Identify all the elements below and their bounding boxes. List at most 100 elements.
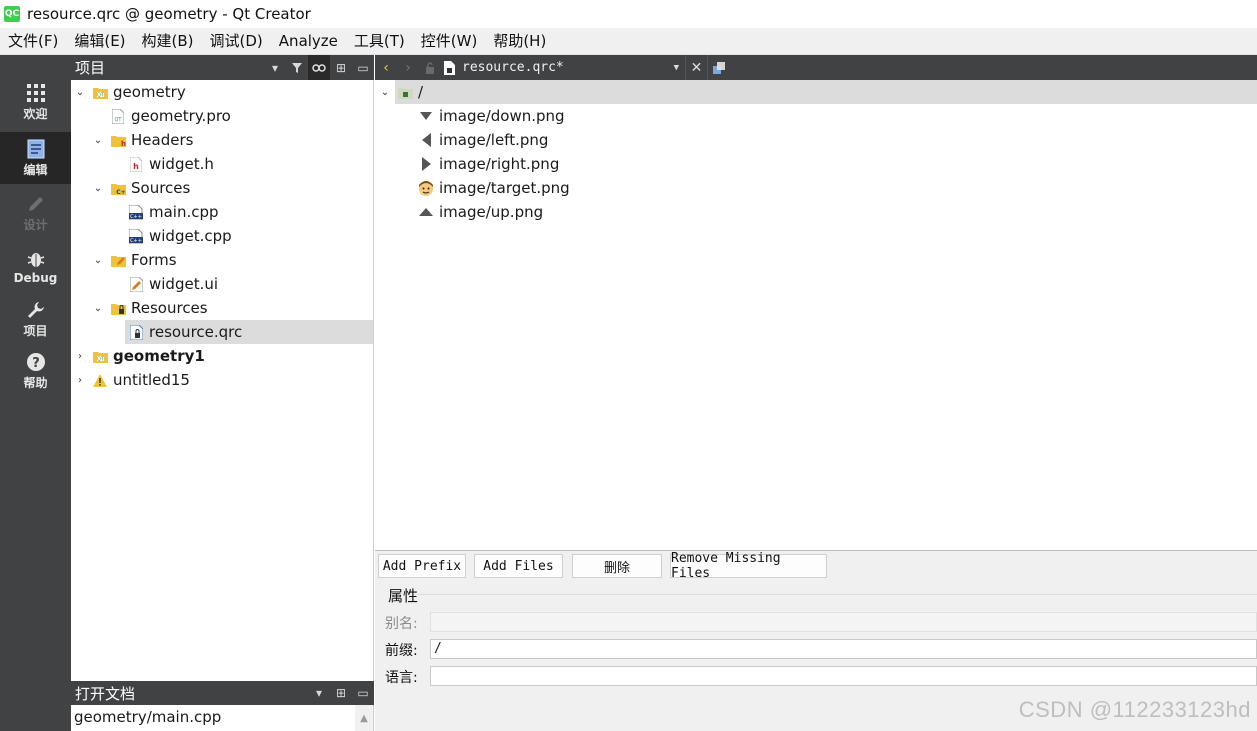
- tree-item[interactable]: h widget.h: [71, 152, 373, 176]
- resource-file-label: image/target.png: [439, 179, 570, 197]
- chevron-down-icon[interactable]: ⌄: [92, 296, 104, 320]
- headers-folder-icon: h: [110, 132, 126, 148]
- resource-file-row[interactable]: image/target.png: [375, 176, 1257, 200]
- chevron-right-icon[interactable]: ›: [74, 368, 86, 392]
- face-icon: [418, 180, 434, 196]
- tree-item[interactable]: ⌄ Resources: [71, 296, 373, 320]
- tree-item[interactable]: › untitled15: [71, 368, 373, 392]
- pane-title: 打开文档: [75, 684, 136, 703]
- watermark: CSDN @112233123hd: [1018, 697, 1251, 722]
- language-field[interactable]: [430, 666, 1257, 686]
- projects-pane-toolbar: 项目 ▾ ⊞ ▭: [71, 55, 374, 80]
- mode-label: 项目: [23, 324, 48, 338]
- tree-item[interactable]: ⌄ QT geometry: [71, 80, 373, 104]
- tree-item[interactable]: C++ widget.cpp: [71, 224, 373, 248]
- mode-welcome[interactable]: 欢迎: [0, 77, 71, 127]
- tree-item[interactable]: › QT geometry1: [71, 344, 373, 368]
- menu-edit[interactable]: 编辑(E): [66, 28, 133, 55]
- forward-arrow-icon[interactable]: ›: [397, 55, 419, 80]
- pane-title: 项目: [75, 59, 106, 77]
- svg-text:C++: C++: [130, 238, 142, 244]
- view-dropdown-icon[interactable]: ▾: [308, 681, 330, 706]
- chevron-down-icon[interactable]: ▼: [674, 63, 679, 73]
- svg-text:QT: QT: [115, 117, 123, 123]
- resource-file-row[interactable]: image/up.png: [375, 200, 1257, 224]
- down-triangle-icon: [418, 108, 434, 124]
- menu-controls[interactable]: 控件(W): [413, 28, 486, 55]
- link-with-editor-icon[interactable]: [308, 55, 330, 80]
- close-pane-icon[interactable]: ▭: [352, 681, 374, 706]
- add-prefix-button[interactable]: Add Prefix: [378, 554, 466, 578]
- lock-icon[interactable]: [419, 55, 441, 80]
- current-document-label: resource.qrc*: [462, 60, 564, 75]
- scroll-up-icon[interactable]: ▲: [355, 705, 373, 731]
- menu-help[interactable]: 帮助(H): [485, 28, 554, 55]
- split-icon[interactable]: ⊞: [330, 681, 352, 706]
- forms-folder-icon: [110, 252, 126, 268]
- tree-item[interactable]: ⌄ Forms: [71, 248, 373, 272]
- tree-item[interactable]: ⌄ C+ Sources: [71, 176, 373, 200]
- root-expander[interactable]: ⌄: [375, 80, 395, 104]
- resources-folder-icon: [110, 300, 126, 316]
- mode-edit[interactable]: 编辑: [0, 132, 71, 184]
- add-files-button[interactable]: Add Files: [474, 554, 563, 578]
- mode-projects[interactable]: 项目: [0, 294, 71, 344]
- view-dropdown-icon[interactable]: ▾: [264, 55, 286, 80]
- prefix-label: 前缀:: [385, 643, 418, 659]
- wrench-icon: [26, 299, 46, 321]
- tree-item[interactable]: widget.ui: [71, 272, 373, 296]
- sources-folder-icon: C+: [110, 180, 126, 196]
- grid-icon: [26, 82, 46, 104]
- tree-item-selected[interactable]: resource.qrc: [125, 320, 373, 344]
- filter-icon[interactable]: [286, 55, 308, 80]
- menu-debug[interactable]: 调试(D): [202, 28, 271, 55]
- qt-creator-logo-icon: QC: [4, 6, 20, 22]
- prefix-field[interactable]: /: [430, 639, 1257, 659]
- resource-file-row[interactable]: image/down.png: [375, 104, 1257, 128]
- prefix-folder-icon: [397, 84, 413, 100]
- editor-toolbar: ‹ › resource.qrc* ▼ ✕: [375, 55, 1257, 80]
- close-pane-icon[interactable]: ▭: [352, 55, 374, 80]
- close-document-icon[interactable]: ✕: [685, 55, 707, 80]
- resource-tree: ⌄ / image/down.png image/left.png image/…: [375, 80, 1257, 550]
- remove-missing-files-button[interactable]: Remove Missing Files: [670, 551, 827, 581]
- svg-text:h: h: [121, 140, 126, 147]
- menu-analyze[interactable]: Analyze: [271, 28, 346, 55]
- delete-button[interactable]: 删除: [572, 554, 662, 578]
- menu-build[interactable]: 构建(B): [134, 28, 202, 55]
- back-arrow-icon[interactable]: ‹: [375, 55, 397, 80]
- chevron-down-icon[interactable]: ⌄: [92, 248, 104, 272]
- tree-item-label: untitled15: [113, 371, 190, 389]
- tree-item-label: widget.h: [149, 155, 214, 173]
- tree-item[interactable]: C++ main.cpp: [71, 200, 373, 224]
- mode-label: Debug: [13, 270, 58, 285]
- alias-label: 别名:: [385, 616, 418, 632]
- tree-item[interactable]: QT geometry.pro: [71, 104, 373, 128]
- split-editor-icon[interactable]: [707, 55, 729, 80]
- svg-text:C++: C++: [130, 214, 142, 220]
- menu-file[interactable]: 文件(F): [0, 28, 66, 55]
- chevron-down-icon[interactable]: ⌄: [92, 128, 104, 152]
- chevron-down-icon[interactable]: ⌄: [379, 80, 391, 104]
- tree-item-label: main.cpp: [149, 203, 219, 221]
- document-combo[interactable]: resource.qrc* ▼: [441, 55, 685, 80]
- mode-help[interactable]: ? 帮助: [0, 346, 71, 396]
- chevron-down-icon[interactable]: ⌄: [74, 80, 86, 104]
- open-document-item[interactable]: geometry/main.cpp: [74, 708, 221, 726]
- mode-label: 欢迎: [23, 107, 48, 121]
- mode-debug[interactable]: Debug: [0, 241, 71, 291]
- tree-item[interactable]: ⌄ h Headers: [71, 128, 373, 152]
- resource-file-row[interactable]: image/right.png: [375, 152, 1257, 176]
- resource-file-row[interactable]: image/left.png: [375, 128, 1257, 152]
- alias-field[interactable]: [430, 612, 1257, 632]
- split-icon[interactable]: ⊞: [330, 55, 352, 80]
- prefix-row[interactable]: /: [395, 80, 1257, 104]
- mode-design[interactable]: 设计: [0, 188, 71, 238]
- chevron-down-icon[interactable]: ⌄: [92, 176, 104, 200]
- svg-text:?: ?: [32, 356, 40, 371]
- svg-text:C+: C+: [116, 189, 125, 195]
- tree-item-label: geometry1: [113, 347, 205, 365]
- chevron-right-icon[interactable]: ›: [74, 344, 86, 368]
- menu-tools[interactable]: 工具(T): [346, 28, 413, 55]
- tree-item-label: widget.ui: [149, 275, 219, 293]
